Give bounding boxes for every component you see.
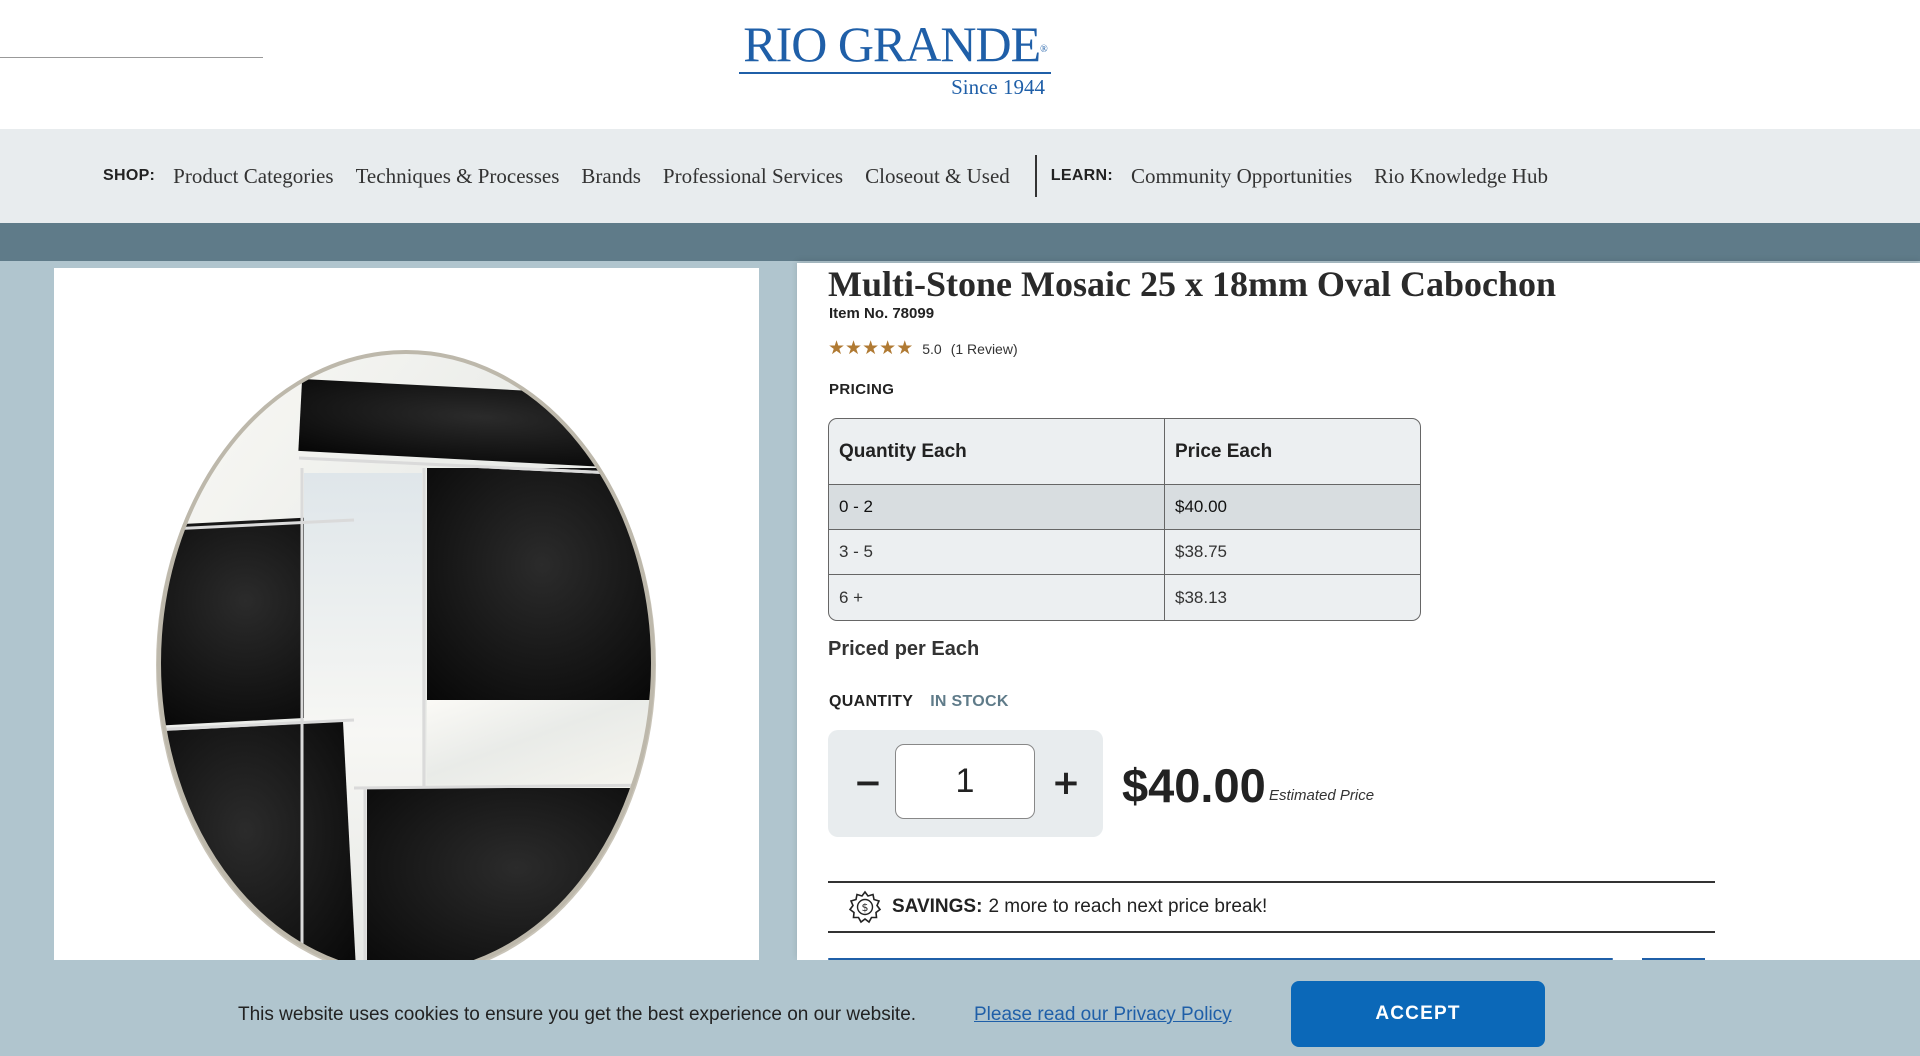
price-column-header: Price Each (1165, 419, 1420, 485)
logo-text: RIO GRANDE (743, 16, 1041, 72)
savings-badge-icon: $ (848, 890, 882, 924)
svg-text:$: $ (862, 901, 869, 914)
nav-divider (1034, 155, 1037, 197)
header-band (0, 223, 1920, 261)
price-cell: $40.00 (1165, 485, 1420, 530)
estimated-price-label: Estimated Price (1269, 787, 1375, 804)
quantity-input[interactable] (895, 744, 1035, 819)
product-title: Multi-Stone Mosaic 25 x 18mm Oval Caboch… (828, 264, 1556, 304)
star-icon: ★ (896, 338, 914, 359)
star-icon: ★ (828, 338, 846, 359)
pricing-header-row: Quantity Each Price Each (829, 419, 1420, 485)
product-image (156, 350, 656, 960)
stock-status: IN STOCK (930, 693, 1009, 710)
star-icon: ★ (862, 338, 880, 359)
quantity-stepper: − + (828, 730, 1103, 837)
table-row: 3 - 5 $38.75 (829, 530, 1420, 575)
table-row: 0 - 2 $40.00 (829, 485, 1420, 530)
priced-per-label: Priced per Each (828, 638, 980, 660)
quantity-label: QUANTITY (829, 693, 914, 710)
savings-label: SAVINGS: (892, 896, 983, 917)
main-nav: SHOP: Product Categories Techniques & Pr… (0, 129, 1920, 223)
nav-brands[interactable]: Brands (581, 164, 641, 189)
quantity-cell: 0 - 2 (829, 485, 1165, 530)
price-cell: $38.75 (1165, 530, 1420, 575)
increase-quantity-button[interactable]: + (1041, 756, 1091, 812)
review-count-link[interactable]: (1 Review) (951, 341, 1018, 357)
nav-techniques-processes[interactable]: Techniques & Processes (356, 164, 560, 189)
logo-tagline: Since 1944 (951, 75, 1045, 99)
nav-closeout-used[interactable]: Closeout & Used (865, 164, 1010, 189)
nav-community-opportunities[interactable]: Community Opportunities (1131, 164, 1352, 189)
savings-banner: $ SAVINGS: 2 more to reach next price br… (828, 881, 1715, 933)
site-header: RIO GRANDE® Since 1944 (0, 0, 1920, 129)
product-details: Multi-Stone Mosaic 25 x 18mm Oval Caboch… (797, 263, 1920, 960)
pricing-table: Quantity Each Price Each 0 - 2 $40.00 3 … (828, 418, 1421, 621)
nav-product-categories[interactable]: Product Categories (173, 164, 333, 189)
rating-stars: ★ ★ ★ ★ ★ (828, 338, 914, 359)
table-row: 6 + $38.13 (829, 575, 1420, 620)
star-icon: ★ (845, 338, 863, 359)
pricing-label: PRICING (829, 381, 895, 398)
product-image-panel[interactable] (54, 268, 759, 960)
savings-text: 2 more to reach next price break! (988, 896, 1268, 917)
item-number: Item No. 78099 (829, 305, 935, 322)
decrease-quantity-button[interactable]: − (842, 756, 894, 812)
privacy-policy-link[interactable]: Please read our Privacy Policy (974, 1004, 1232, 1026)
star-icon: ★ (879, 338, 897, 359)
quantity-cell: 6 + (829, 575, 1165, 620)
rating[interactable]: ★ ★ ★ ★ ★ 5.0 (1 Review) (828, 338, 1018, 359)
nav-professional-services[interactable]: Professional Services (663, 164, 843, 189)
nav-rio-knowledge-hub[interactable]: Rio Knowledge Hub (1374, 164, 1548, 189)
estimated-price: $40.00 (1122, 759, 1266, 812)
logo-registered: ® (1040, 44, 1048, 55)
accept-cookies-button[interactable]: ACCEPT (1291, 981, 1545, 1047)
learn-label: LEARN: (1050, 167, 1114, 184)
quantity-column-header: Quantity Each (829, 419, 1165, 485)
shop-label: SHOP: (103, 167, 156, 184)
quantity-cell: 3 - 5 (829, 530, 1165, 575)
quantity-row: QUANTITY IN STOCK (829, 693, 1009, 711)
rio-grande-logo[interactable]: RIO GRANDE® Since 1944 (735, 16, 1055, 100)
price-cell: $38.13 (1175, 587, 1227, 607)
rating-value: 5.0 (922, 341, 942, 357)
cookie-message: This website uses cookies to ensure you … (238, 1004, 917, 1025)
logo-wordmark: RIO GRANDE® (735, 16, 1055, 72)
header-rule (0, 57, 263, 58)
